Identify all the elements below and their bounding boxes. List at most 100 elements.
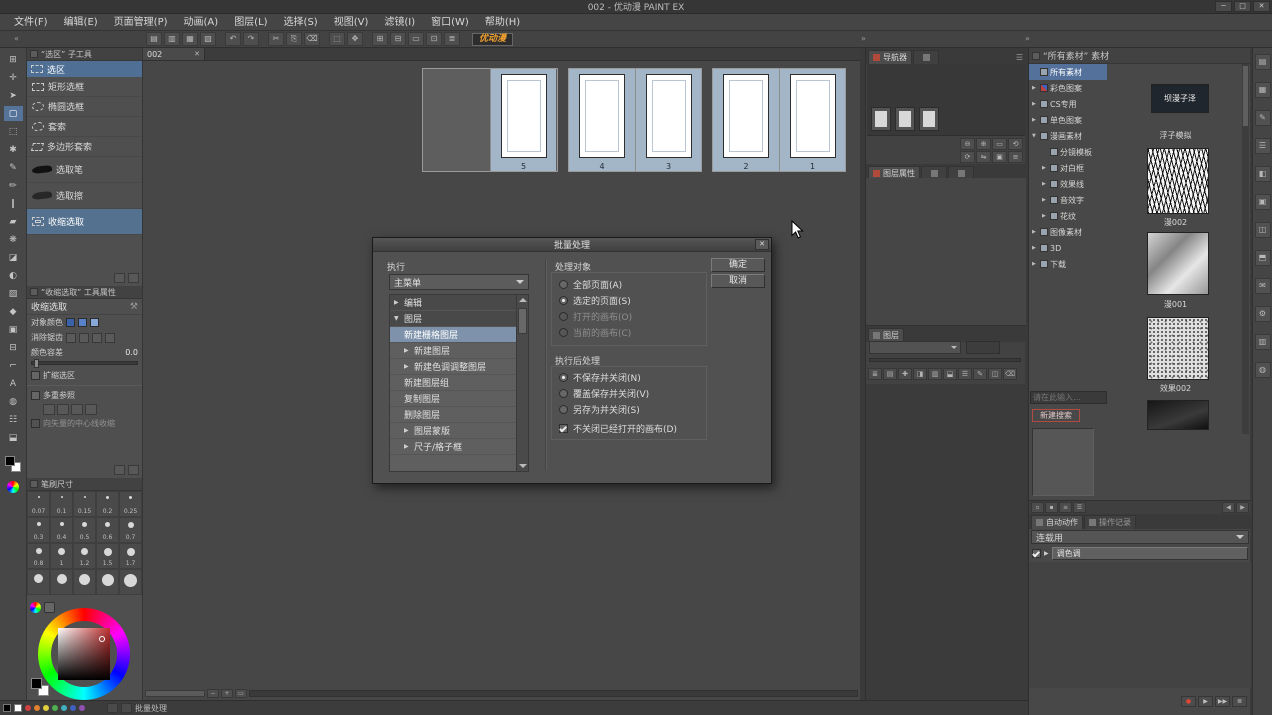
tree-item[interactable]: 删除图层	[390, 407, 528, 423]
view-detail-button[interactable]: ☰	[1073, 502, 1086, 513]
radio-icon[interactable]	[559, 296, 568, 305]
black-swatch[interactable]	[3, 704, 11, 712]
panel-menu-icon[interactable]: ☰	[1016, 53, 1023, 62]
brush-size-cell[interactable]: 0.5	[73, 517, 96, 543]
panel-shortcut-icon[interactable]: ☰	[1255, 138, 1271, 154]
save-all-button[interactable]: ▧	[200, 32, 216, 46]
menu-filter[interactable]: 滤镜(I)	[376, 14, 423, 31]
material-thumbnail[interactable]	[1147, 232, 1209, 295]
option-all-pages[interactable]: 全部页面(A)	[559, 278, 622, 291]
tree-item[interactable]: ▶图层蒙版	[390, 423, 528, 439]
nav-rotate-left-button[interactable]: ⟲	[1008, 138, 1023, 150]
panel-shortcut-icon[interactable]: ▤	[1255, 54, 1271, 70]
scrollbar-thumb[interactable]	[518, 308, 527, 334]
material-search-input[interactable]	[1030, 391, 1107, 404]
cancel-button[interactable]: 取消	[711, 274, 765, 288]
status-toggle-icon[interactable]	[107, 703, 118, 713]
color-history-dot[interactable]	[43, 705, 49, 711]
snap-button[interactable]: ⊡	[426, 32, 442, 46]
collapse-panel-icon[interactable]: »	[1025, 34, 1030, 43]
correct-line-tool-icon[interactable]: ⬓	[4, 430, 23, 445]
canvas-tab[interactable]: 002 ✕	[143, 48, 205, 60]
option-selected-pages[interactable]: 选定的页面(S)	[559, 294, 631, 307]
material-folder[interactable]: ▶CS专用	[1029, 96, 1107, 112]
option-keep-open[interactable]: 不关闭已经打开的画布(D)	[559, 422, 677, 435]
tree-item[interactable]: ▶新建图层	[390, 343, 528, 359]
brush-tool-icon[interactable]: ❙	[4, 196, 23, 211]
material-folder[interactable]: ▶彩色图案	[1029, 80, 1107, 96]
color-history-dot[interactable]	[25, 705, 31, 711]
frame-border-tool-icon[interactable]: ⊟	[4, 340, 23, 355]
color-slider-tab-icon[interactable]	[44, 602, 55, 613]
collapse-canvas-icon[interactable]: »	[861, 34, 866, 43]
foreground-background-swatch[interactable]	[5, 456, 21, 472]
panel-shortcut-icon[interactable]: ✉	[1255, 278, 1271, 294]
subtool-group-selection[interactable]: 选区	[27, 61, 142, 77]
menu-select[interactable]: 选择(S)	[276, 14, 326, 31]
tool-settings-button[interactable]	[128, 465, 139, 475]
tree-item[interactable]: 新建图层组	[390, 375, 528, 391]
main-sub-color-swatch[interactable]	[31, 678, 49, 696]
view-large-thumb-button[interactable]: ▪	[1045, 502, 1058, 513]
brush-size-cell[interactable]: 0.7	[119, 517, 142, 543]
move-tool-icon[interactable]: ✛	[4, 70, 23, 85]
brush-size-cell[interactable]: 1.2	[73, 543, 96, 569]
material-folder[interactable]: ▶图像素材	[1029, 224, 1107, 240]
dialog-title-bar[interactable]: 批量处理 ✕	[373, 238, 771, 252]
panel-shortcut-icon[interactable]: ⬒	[1255, 250, 1271, 266]
pen-tool-icon[interactable]: ✎	[4, 160, 23, 175]
selection-tool-icon[interactable]: ▢	[4, 106, 23, 121]
color-selector-dot[interactable]	[99, 636, 105, 642]
ref-selected-button[interactable]	[57, 404, 69, 415]
material-subfolder[interactable]: ▶效果线	[1029, 176, 1107, 192]
target-color-chip[interactable]	[78, 318, 87, 327]
vector-centerline-checkbox[interactable]	[31, 419, 40, 428]
checkbox-icon[interactable]	[559, 424, 568, 433]
material-subfolder[interactable]: ▶音效字	[1029, 192, 1107, 208]
expand-icon[interactable]: ▶	[394, 299, 401, 306]
panel-shortcut-icon[interactable]: ▦	[1255, 82, 1271, 98]
subtool-item-selection-pen[interactable]: 选取笔	[27, 157, 142, 183]
radio-icon[interactable]	[559, 405, 568, 414]
multi-ref-checkbox[interactable]	[31, 391, 40, 400]
color-wheel-tab-icon[interactable]	[30, 602, 41, 613]
reset-tool-button[interactable]	[114, 465, 125, 475]
new-folder-button[interactable]: ◨	[913, 368, 927, 380]
radio-icon[interactable]	[559, 280, 568, 289]
brush-size-cell[interactable]	[50, 569, 73, 595]
subtool-item-ellipse-select[interactable]: 椭圆选框	[27, 97, 142, 117]
menu-layer[interactable]: 图层(L)	[226, 14, 275, 31]
brush-size-cell[interactable]: 0.2	[96, 491, 119, 517]
white-swatch[interactable]	[14, 704, 22, 712]
cut-button[interactable]: ✂	[268, 32, 284, 46]
nav-actual-size-button[interactable]: ▣	[992, 151, 1007, 163]
gradient-map-tool-icon[interactable]: ☷	[4, 412, 23, 427]
radio-icon[interactable]	[559, 373, 568, 382]
brush-size-cell[interactable]: 0.4	[50, 517, 73, 543]
auto-action-tab[interactable]: 自动动作	[1031, 515, 1083, 529]
panel-shortcut-icon[interactable]: ▥	[1255, 334, 1271, 350]
material-folder[interactable]: ▼漫画素材	[1029, 128, 1107, 144]
view-small-thumb-button[interactable]: ▫	[1031, 502, 1044, 513]
navigator-preview[interactable]	[867, 64, 1025, 136]
navigator-tab[interactable]: 导航器	[868, 50, 912, 64]
action-menu-button[interactable]: ≣	[1232, 696, 1247, 707]
open-file-button[interactable]: ▥	[164, 32, 180, 46]
layers-tab[interactable]: 图层	[868, 328, 904, 342]
tree-item[interactable]: 复制图层	[390, 391, 528, 407]
lock-layer-button[interactable]: ◫	[988, 368, 1002, 380]
expand-action-icon[interactable]: ▶	[1044, 550, 1049, 557]
tool-property-header[interactable]: “收缩选取” 工具属性	[27, 286, 142, 299]
scale-area-checkbox[interactable]	[31, 371, 40, 380]
page-thumbnail[interactable]: 5	[490, 69, 556, 171]
ruler-icon-button[interactable]: ✎	[973, 368, 987, 380]
panel-shortcut-icon[interactable]: ⚙	[1255, 306, 1271, 322]
horizontal-scrollbar-track[interactable]	[249, 690, 858, 697]
canvas-tab-close-icon[interactable]: ✕	[194, 50, 200, 58]
next-page-button[interactable]: ▶	[1236, 502, 1249, 513]
udon-manga-button[interactable]: 优动漫	[472, 33, 513, 46]
gradient-tool-icon[interactable]: ◆	[4, 304, 23, 319]
panel-shortcut-icon[interactable]: ✎	[1255, 110, 1271, 126]
brush-size-cell[interactable]: 0.1	[50, 491, 73, 517]
menu-window[interactable]: 窗口(W)	[423, 14, 477, 31]
